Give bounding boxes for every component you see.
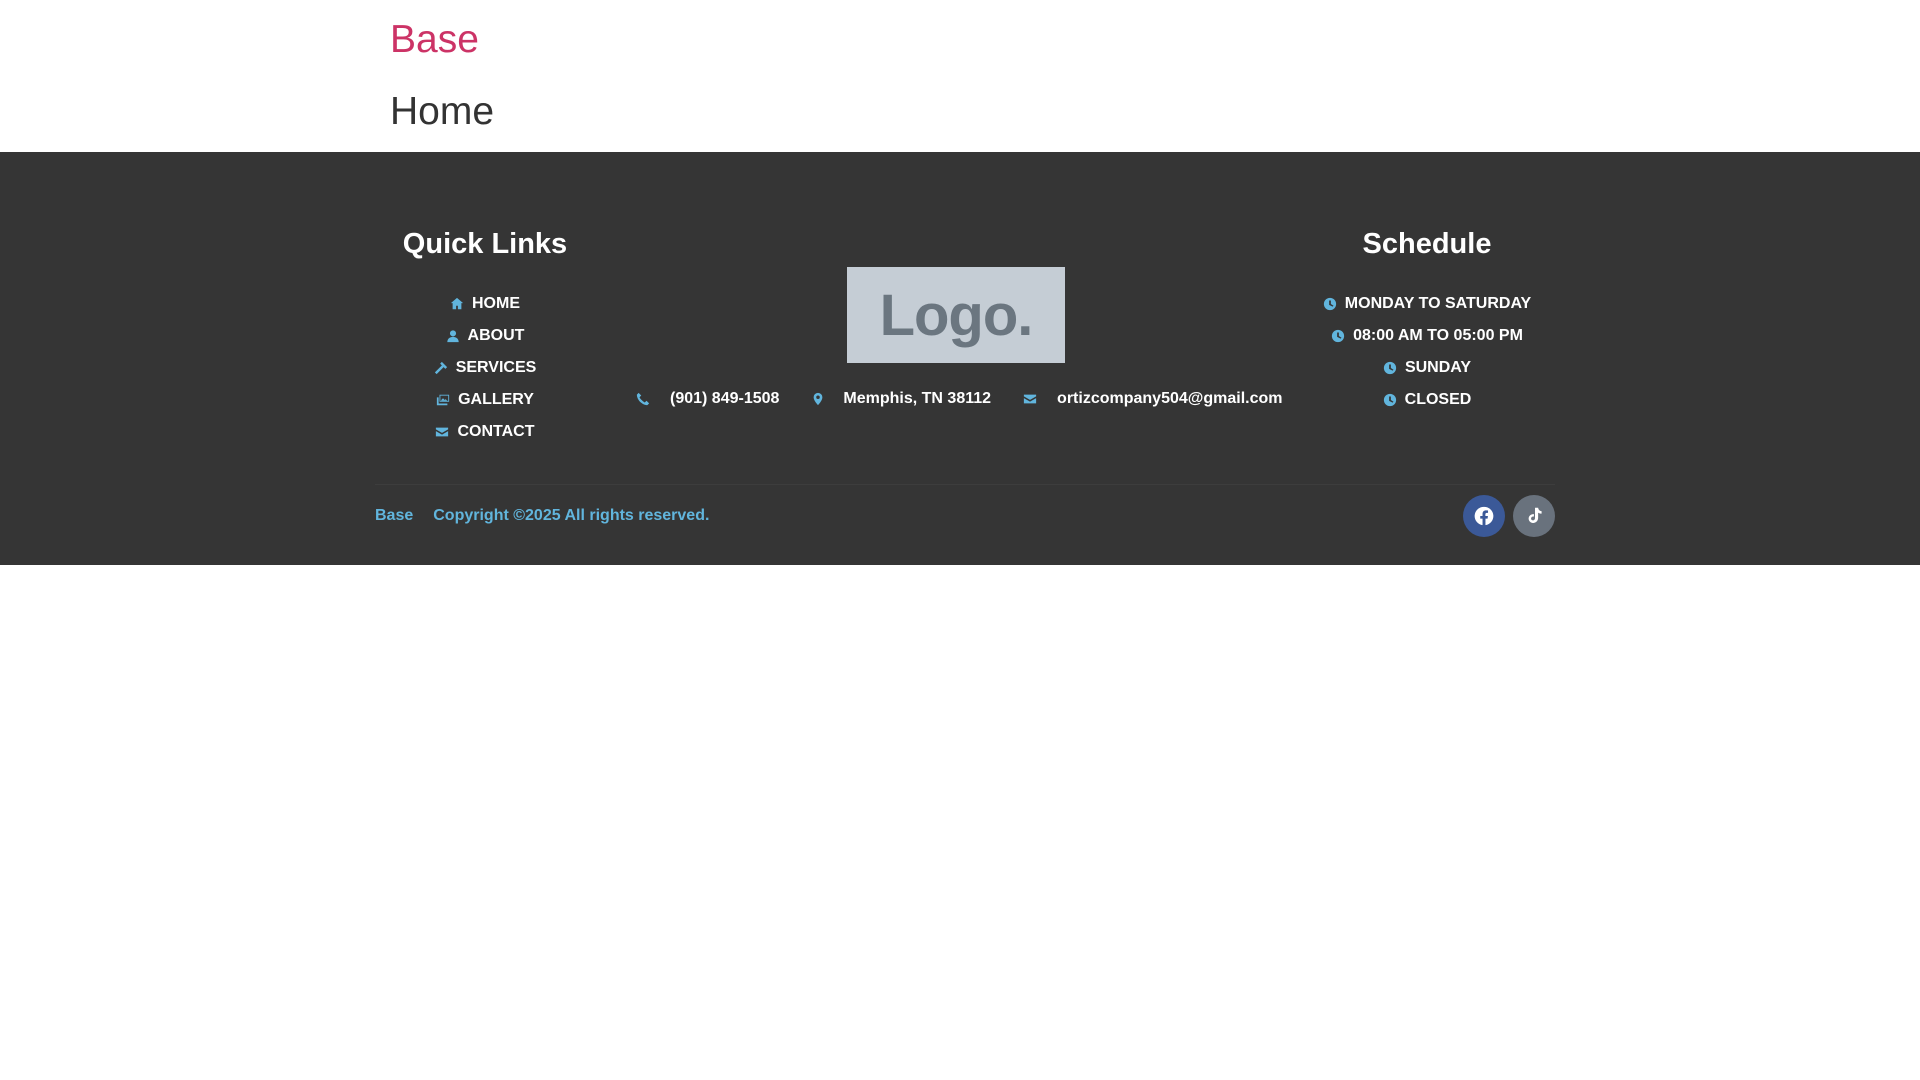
schedule-heading: Schedule — [1362, 228, 1492, 260]
copyright-text: Copyright ©2025 All rights reserved. — [433, 507, 710, 524]
logo-text: Logo. — [879, 282, 1034, 348]
footer-bottom-bar: Base Copyright ©2025 All rights reserved… — [375, 495, 1555, 537]
schedule-list: MONDAY TO SATURDAY 08:00 AM TO 05:00 PM … — [1300, 288, 1554, 416]
quick-links-list: HOME ABOUT SERVICES GALLERY CONTACT — [380, 288, 590, 448]
map-marker-icon — [811, 392, 825, 406]
schedule-text: CLOSED — [1404, 391, 1472, 408]
site-footer: Quick Links HOME ABOUT SERVICES GALLERY — [0, 152, 1920, 565]
list-item: CLOSED — [1300, 384, 1554, 416]
clock-icon — [1323, 297, 1337, 311]
footer-link-contact[interactable]: CONTACT — [435, 423, 535, 441]
phone-link[interactable]: (901) 849-1508 — [636, 390, 779, 408]
schedule-text: MONDAY TO SATURDAY — [1344, 295, 1532, 312]
list-item: ABOUT — [380, 320, 590, 352]
footer-link-about[interactable]: ABOUT — [446, 327, 525, 345]
list-item: MONDAY TO SATURDAY — [1300, 288, 1554, 320]
footer-brand-link[interactable]: Base — [375, 507, 413, 525]
footer-link-services[interactable]: SERVICES — [434, 359, 537, 377]
logo-placeholder: Logo. — [847, 267, 1065, 363]
footer-link-label: CONTACT — [457, 423, 535, 440]
clock-icon — [1383, 361, 1397, 375]
schedule-text: SUNDAY — [1404, 359, 1472, 376]
footer-link-label: GALLERY — [458, 391, 534, 408]
envelope-icon — [1023, 392, 1037, 406]
envelope-icon — [435, 425, 449, 439]
clock-icon — [1383, 393, 1397, 407]
list-item: CONTACT — [380, 416, 590, 448]
phone-number: (901) 849-1508 — [670, 390, 780, 407]
site-title-link[interactable]: Base — [390, 14, 479, 66]
footer-link-label: SERVICES — [455, 359, 537, 376]
hammer-icon — [434, 361, 448, 375]
list-item: SERVICES — [380, 352, 590, 384]
footer-link-label: HOME — [472, 295, 520, 312]
social-icons — [1463, 495, 1555, 537]
contact-info: (901) 849-1508 Memphis, TN 38112 ortizco… — [636, 386, 1315, 412]
list-item: 08:00 AM TO 05:00 PM — [1300, 320, 1554, 352]
footer-link-label: ABOUT — [467, 327, 525, 344]
tiktok-icon — [1523, 505, 1545, 527]
phone-icon — [636, 392, 650, 406]
clock-icon — [1331, 329, 1345, 343]
footer-divider — [375, 484, 1555, 485]
user-icon — [446, 329, 460, 343]
email-link[interactable]: ortizcompany504@gmail.com — [1023, 390, 1283, 408]
schedule-text: 08:00 AM TO 05:00 PM — [1353, 327, 1523, 344]
facebook-icon — [1473, 505, 1495, 527]
quick-links-heading: Quick Links — [402, 228, 568, 260]
list-item: HOME — [380, 288, 590, 320]
images-icon — [436, 393, 450, 407]
footer-link-gallery[interactable]: GALLERY — [436, 391, 534, 409]
home-icon — [450, 297, 464, 311]
address-link[interactable]: Memphis, TN 38112 — [811, 390, 991, 408]
address-text: Memphis, TN 38112 — [843, 390, 992, 407]
list-item: GALLERY — [380, 384, 590, 416]
list-item: SUNDAY — [1300, 352, 1554, 384]
footer-link-home[interactable]: HOME — [450, 295, 520, 313]
facebook-button[interactable] — [1463, 495, 1505, 537]
email-text: ortizcompany504@gmail.com — [1057, 390, 1283, 407]
page-title: Home — [390, 90, 495, 133]
tiktok-button[interactable] — [1513, 495, 1555, 537]
site-header: Base Home — [0, 0, 1920, 152]
